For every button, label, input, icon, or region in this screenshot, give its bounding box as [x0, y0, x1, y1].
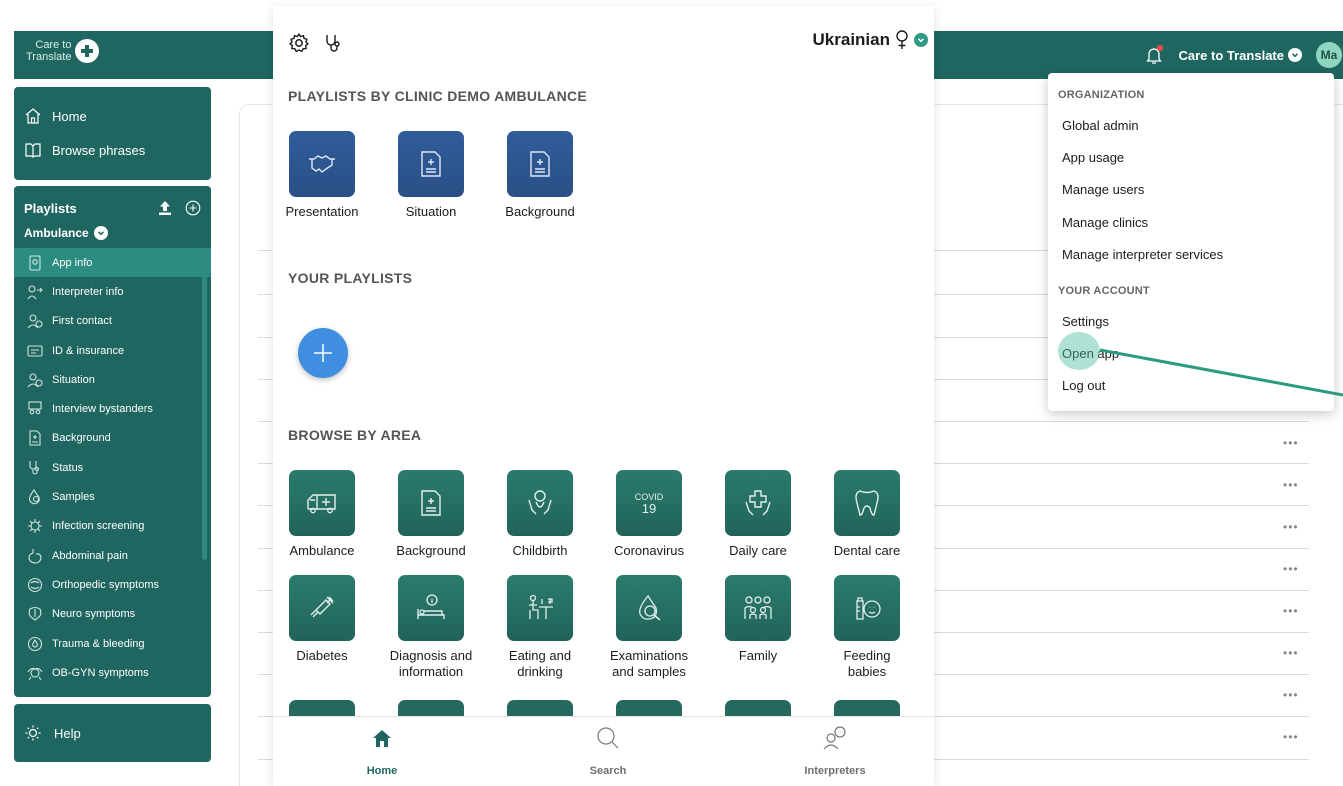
- annotation-arrow: [1099, 348, 1343, 397]
